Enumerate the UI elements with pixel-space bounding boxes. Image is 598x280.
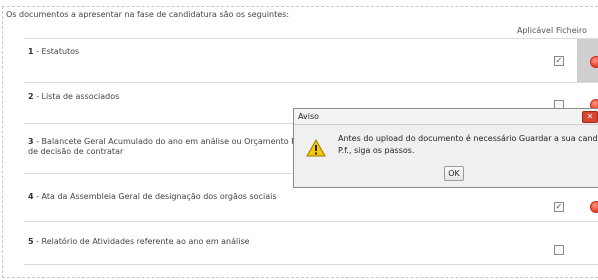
document-row: 5 - Relatório de Atividades referente ao… bbox=[24, 221, 598, 265]
document-label: 2 - Lista de associados bbox=[28, 92, 119, 102]
document-title: - Lista de associados bbox=[33, 92, 120, 101]
document-title: - Relatório de Atividades referente ao a… bbox=[33, 237, 250, 246]
document-label: 3 - Balancete Geral Acumulado do ano em … bbox=[28, 137, 322, 157]
file-status-icon[interactable] bbox=[590, 201, 598, 213]
warning-dialog: Aviso ✕ Antes do upload do documento é n… bbox=[293, 108, 598, 188]
aplicavel-checkbox[interactable] bbox=[554, 245, 564, 255]
warning-icon bbox=[306, 139, 326, 157]
aplicavel-checkbox[interactable]: ✓ bbox=[554, 202, 564, 212]
close-icon: ✕ bbox=[586, 112, 594, 121]
dialog-title: Aviso bbox=[298, 112, 320, 121]
dialog-message-line: P.f., siga os passos. bbox=[338, 146, 415, 155]
intro-text: Os documentos a apresentar na fase de ca… bbox=[6, 10, 290, 19]
file-status-icon[interactable] bbox=[590, 56, 598, 68]
document-label: 4 - Ata da Assembleia Geral de designaçã… bbox=[28, 192, 277, 202]
ok-button[interactable]: OK bbox=[444, 166, 464, 181]
document-title-continued: de decisão de contratar bbox=[28, 147, 124, 156]
dialog-message: Antes do upload do documento é necessári… bbox=[338, 133, 598, 157]
document-title: - Ata da Assembleia Geral de designação … bbox=[33, 192, 277, 201]
column-header-aplicavel: Aplicável bbox=[517, 26, 554, 35]
column-header-ficheiro: Ficheiro bbox=[556, 26, 587, 35]
document-label: 1 - Estatutos bbox=[28, 47, 79, 57]
document-title: - Balancete Geral Acumulado do ano em an… bbox=[33, 137, 323, 146]
document-label: 5 - Relatório de Atividades referente ao… bbox=[28, 237, 250, 247]
dialog-titlebar[interactable]: Aviso ✕ bbox=[294, 109, 598, 125]
document-row: 1 - Estatutos ✓ bbox=[24, 38, 598, 82]
dialog-message-line: Antes do upload do documento é necessári… bbox=[338, 134, 598, 143]
document-title: - Estatutos bbox=[33, 47, 80, 56]
close-button[interactable]: ✕ bbox=[582, 111, 598, 123]
aplicavel-checkbox[interactable]: ✓ bbox=[554, 56, 564, 66]
